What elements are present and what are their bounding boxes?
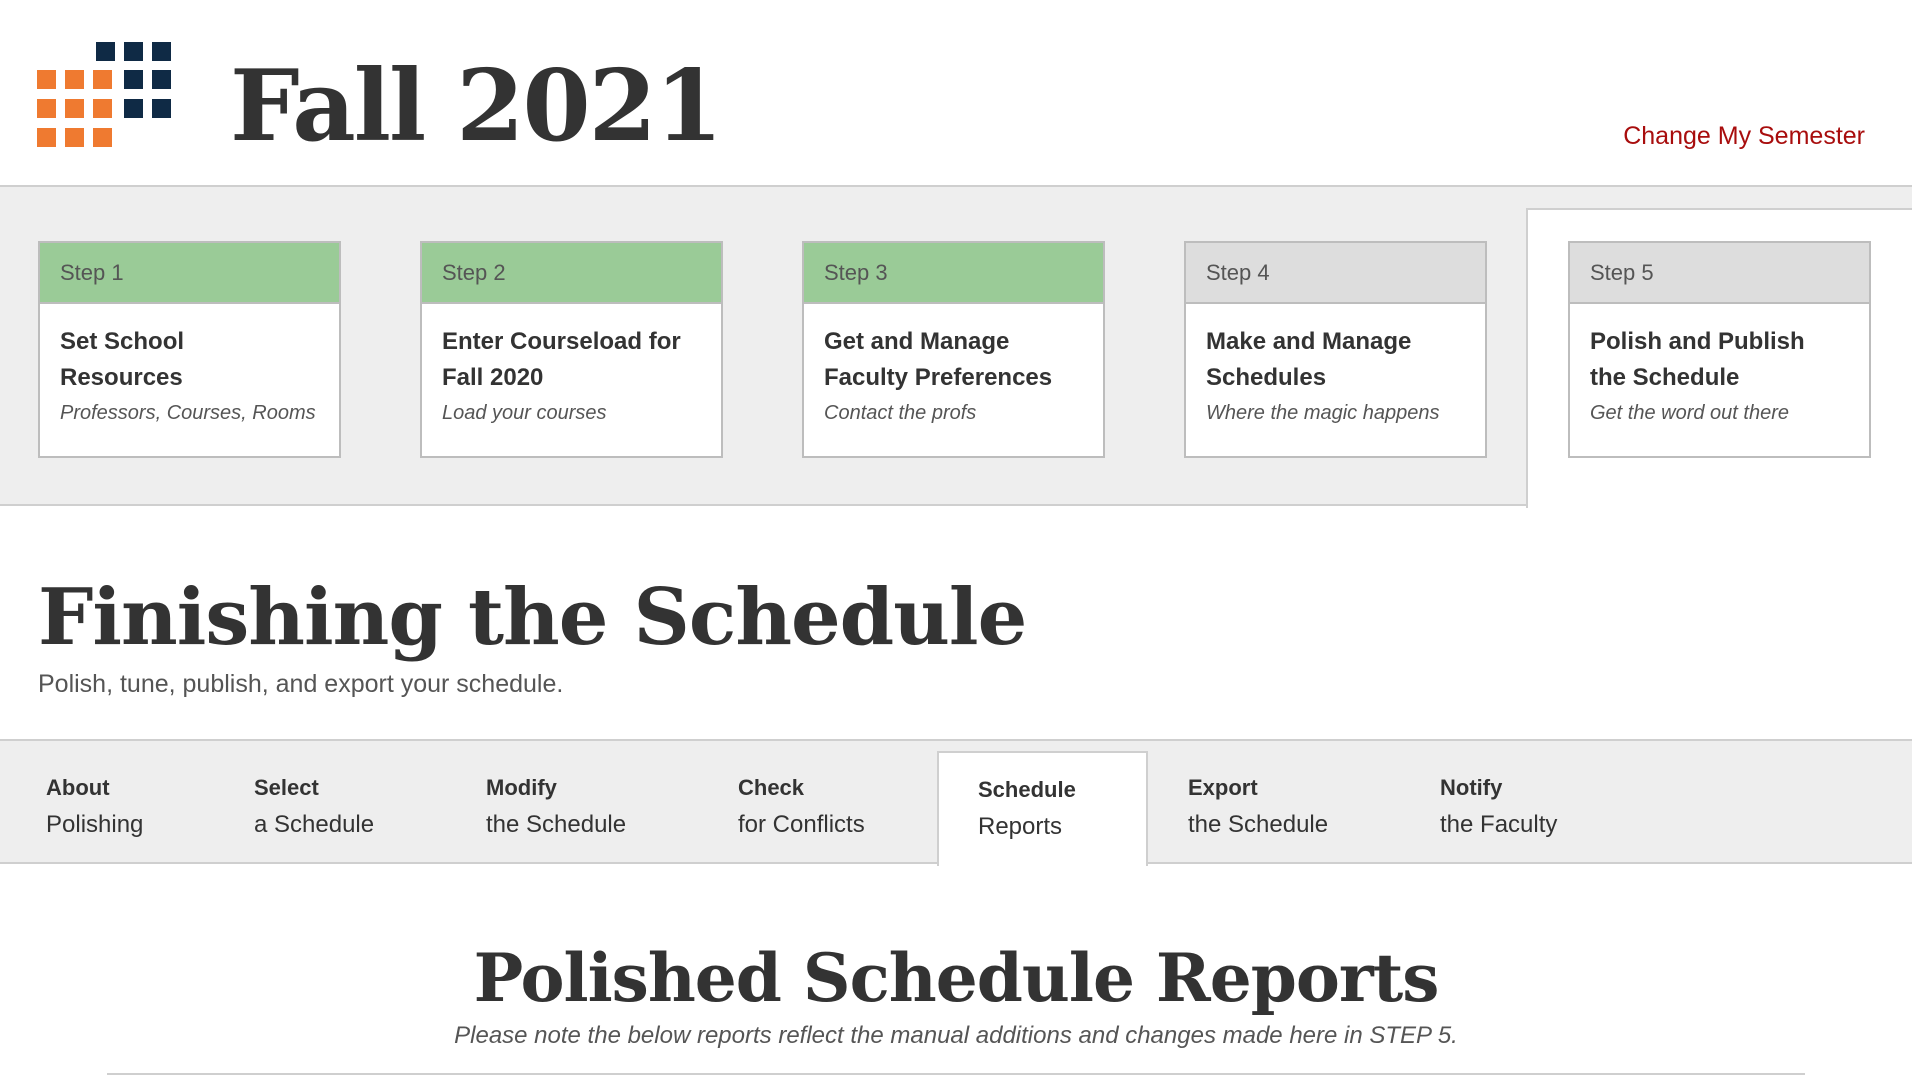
step-label: Step 1 xyxy=(40,243,339,304)
step-label: Step 4 xyxy=(1186,243,1485,304)
tab-line1: Select xyxy=(254,775,319,800)
step-card-1[interactable]: Step 1 Set School Resources Professors, … xyxy=(38,241,341,458)
semester-title: Fall 2021 xyxy=(230,49,723,164)
step-title: Enter Courseload for Fall 2020 xyxy=(442,328,681,391)
header: Fall 2021 Change My Semester xyxy=(0,0,1912,187)
tab-line2: a Schedule xyxy=(254,811,375,838)
tab-line1: Notify xyxy=(1440,775,1503,800)
step-title: Polish and Publish the Schedule xyxy=(1590,328,1805,391)
step-card-3[interactable]: Step 3 Get and Manage Faculty Preference… xyxy=(802,241,1105,458)
step-subtitle: Contact the profs xyxy=(824,402,977,424)
tab-about-polishing[interactable]: About Polishing xyxy=(46,772,143,846)
tab-line1: About xyxy=(46,775,110,800)
tab-notify-faculty[interactable]: Notify the Faculty xyxy=(1440,772,1557,846)
reports-title: Polished Schedule Reports xyxy=(473,939,1440,1017)
step-title: Make and Manage Schedules xyxy=(1206,328,1412,391)
step-label: Step 3 xyxy=(804,243,1103,304)
step-subtitle: Get the word out there xyxy=(1590,402,1790,424)
tab-check-conflicts[interactable]: Check for Conflicts xyxy=(738,772,865,846)
tab-line1: Check xyxy=(738,775,805,800)
section-title: Finishing the Schedule xyxy=(38,572,1027,663)
logo-grid-icon xyxy=(37,42,173,148)
step-subtitle: Professors, Courses, Rooms xyxy=(60,402,316,424)
tab-schedule-reports[interactable]: Schedule Reports xyxy=(978,774,1076,848)
step-card-4[interactable]: Step 4 Make and Manage Schedules Where t… xyxy=(1184,241,1487,458)
tab-modify-schedule[interactable]: Modify the Schedule xyxy=(486,772,626,846)
tab-line2: Reports xyxy=(978,813,1063,840)
tab-line2: for Conflicts xyxy=(738,811,865,838)
tab-export-schedule[interactable]: Export the Schedule xyxy=(1188,772,1328,846)
tab-line1: Schedule xyxy=(978,777,1076,802)
tab-line2: the Schedule xyxy=(1188,811,1329,838)
tab-select-schedule[interactable]: Select a Schedule xyxy=(254,772,374,846)
section-subtitle: Polish, tune, publish, and export your s… xyxy=(38,670,564,698)
change-semester-link[interactable]: Change My Semester xyxy=(1623,122,1865,151)
reports-note: Please note the below reports reflect th… xyxy=(454,1022,1458,1049)
tab-line1: Export xyxy=(1188,775,1258,800)
step-subtitle: Load your courses xyxy=(442,402,607,424)
step-label: Step 5 xyxy=(1570,243,1869,304)
tab-line2: the Faculty xyxy=(1440,811,1558,838)
step-title: Set School Resources xyxy=(60,328,185,391)
tab-line2: Polishing xyxy=(46,811,144,838)
page: Fall 2021 Change My Semester Step 1 Set … xyxy=(0,0,1912,1076)
step-subtitle: Where the magic happens xyxy=(1206,402,1440,424)
tab-line2: the Schedule xyxy=(486,811,627,838)
step-card-2[interactable]: Step 2 Enter Courseload for Fall 2020 Lo… xyxy=(420,241,723,458)
step-title: Get and Manage Faculty Preferences xyxy=(824,328,1053,391)
step-label: Step 2 xyxy=(422,243,721,304)
step-card-5[interactable]: Step 5 Polish and Publish the Schedule G… xyxy=(1568,241,1871,458)
tab-line1: Modify xyxy=(486,775,557,800)
divider xyxy=(107,1073,1805,1075)
